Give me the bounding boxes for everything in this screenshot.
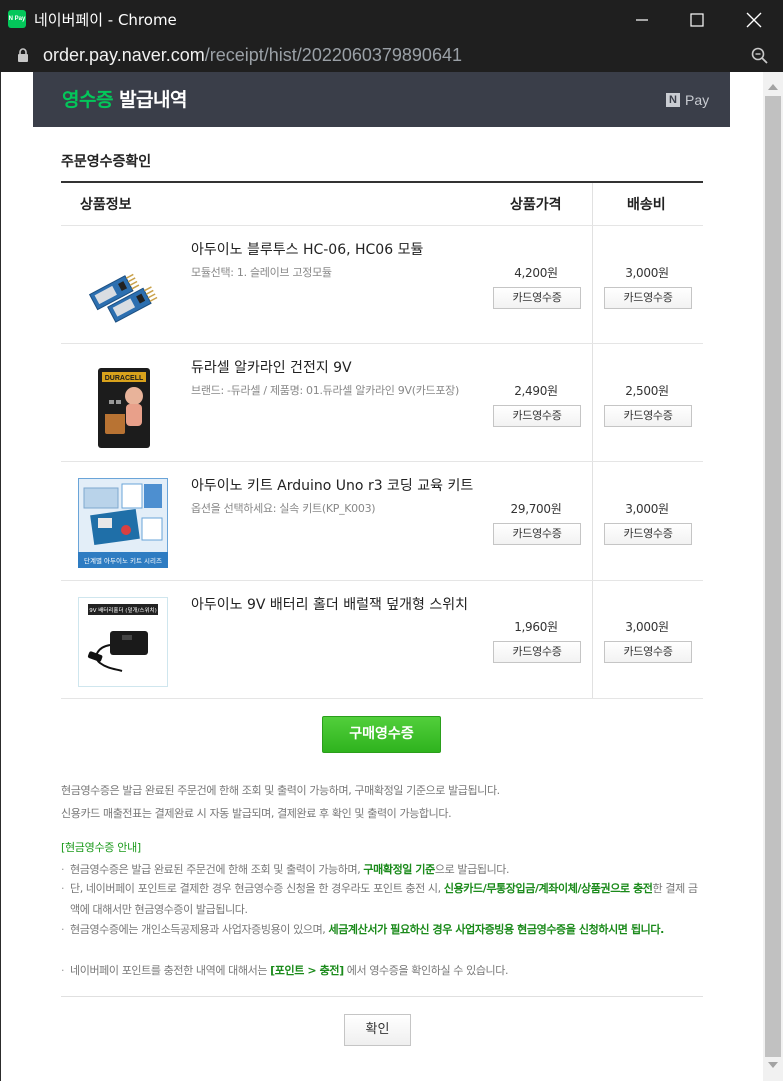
guide-bullet: 네이버페이 포인트를 충전한 내역에 대해서는 [포인트 > 충전] 에서 영수… (61, 960, 706, 981)
guide-highlight: 구매확정일 기준 (363, 863, 435, 876)
page-title-white: 발급내역 (112, 89, 187, 111)
vertical-scrollbar[interactable] (763, 72, 783, 1081)
guide-text: 에서 영수증을 확인하실 수 있습니다. (343, 964, 509, 977)
naver-n-icon: N (666, 93, 680, 107)
receipt-note: 현금영수증은 발급 완료된 주문건에 한해 조회 및 출력이 가능하며, 구매확… (61, 784, 500, 797)
page-edge (0, 72, 1, 1081)
guide-bullet: 단, 네이버페이 포인트로 결제한 경우 현금영수증 신청을 한 경우라도 포인… (61, 878, 706, 920)
shipping-card-receipt-button[interactable]: 카드영수증 (604, 523, 692, 545)
column-header-product: 상품정보 (80, 197, 132, 213)
url-text[interactable]: order.pay.naver.com/receipt/hist/2022060… (43, 44, 462, 66)
product-price: 2,490원 (514, 384, 558, 398)
guide-bullet: 현금영수증에는 개인소득공제용과 사업자증빙용이 있으며, 세금계산서가 필요하… (61, 919, 706, 940)
shipping-fee: 2,500원 (625, 384, 669, 398)
product-name[interactable]: 듀라셀 알카라인 건전지 9V (191, 359, 491, 378)
minimize-icon (636, 18, 648, 21)
guide-text: 현금영수증에는 개인소득공제용과 사업자증빙용이 있으며, (70, 923, 329, 936)
product-option: 옵션을 선택하세요: 실속 키트(KP_K003) (191, 502, 376, 515)
product-image-battery-holder[interactable]: 9V 배터리홀더 (덮개/스위치) (78, 597, 168, 687)
guide-bullet: 현금영수증은 발급 완료된 주문건에 한해 조회 및 출력이 가능하며, 구매확… (61, 859, 706, 880)
scroll-down-arrow-icon[interactable] (768, 1062, 778, 1068)
price-card-receipt-button[interactable]: 카드영수증 (493, 523, 581, 545)
table-bottom-border (61, 698, 703, 699)
product-name[interactable]: 아두이노 키트 Arduino Uno r3 코딩 교육 키트 (191, 477, 491, 496)
guide-text: 현금영수증은 발급 완료된 주문건에 한해 조회 및 출력이 가능하며, (70, 863, 364, 876)
product-price: 4,200원 (514, 266, 558, 280)
table-row: 아두이노 블루투스 HC-06, HC06 모듈 모듈선택: 1. 슬레이브 고… (61, 226, 703, 344)
window-title: 네이버페이 - Chrome (34, 11, 177, 29)
guide-highlight: [포인트 > 충전] (270, 964, 344, 977)
url-host: order.pay.naver.com (43, 45, 205, 65)
guide-highlight: 신용카드/무통장입금/계좌이체/상품권으로 충전 (443, 882, 653, 895)
price-card-receipt-button[interactable]: 카드영수증 (493, 641, 581, 663)
section-title: 주문영수증확인 (61, 154, 152, 170)
product-price: 1,960원 (514, 620, 558, 634)
product-price: 29,700원 (510, 502, 562, 516)
maximize-icon (690, 12, 704, 27)
column-header-price: 상품가격 (510, 197, 562, 213)
close-button[interactable] (726, 0, 782, 39)
product-image-duracell-battery[interactable]: DURACELL (78, 360, 168, 450)
shipping-card-receipt-button[interactable]: 카드영수증 (604, 405, 692, 427)
column-header-shipping: 배송비 (627, 197, 666, 213)
naver-pay-app-icon: N Pay (8, 10, 26, 28)
product-option: 브랜드: -듀라셀 / 제품명: 01.듀라셀 알카라인 9V(카드포장) (191, 384, 459, 397)
bottom-divider (61, 996, 703, 997)
page-title: 영수증 발급내역 (62, 88, 188, 112)
receipt-header-banner: 영수증 발급내역 N Pay (33, 72, 730, 127)
zoom-icon[interactable] (751, 47, 769, 65)
table-row: 단계별 아두이노 키트 시리즈 아두이노 키트 Arduino Uno r3 코… (61, 462, 703, 580)
scroll-thumb[interactable] (765, 96, 781, 1057)
address-bar[interactable]: order.pay.naver.com/receipt/hist/2022060… (0, 39, 783, 72)
battery-holder-label: 9V 배터리홀더 (덮개/스위치) (89, 606, 157, 614)
product-image-bluetooth-module[interactable] (78, 242, 168, 332)
guide-text: 네이버페이 포인트를 충전한 내역에 대해서는 (70, 964, 271, 977)
guide-text: 으로 발급됩니다. (434, 863, 510, 876)
shipping-fee: 3,000원 (625, 502, 669, 516)
table-row: 9V 배터리홀더 (덮개/스위치) 아두이노 9V 배터리 홀더 배럴잭 덮개형… (61, 581, 703, 699)
purchase-receipt-button[interactable]: 구매영수증 (322, 716, 441, 753)
receipt-note: 신용카드 매출전표는 결제완료 시 자동 발급되며, 결제완료 후 확인 및 출… (61, 807, 452, 820)
product-option: 모듈선택: 1. 슬레이브 고정모듈 (191, 266, 332, 279)
table-top-border (61, 181, 703, 183)
price-card-receipt-button[interactable]: 카드영수증 (493, 405, 581, 427)
product-name[interactable]: 아두이노 9V 배터리 홀더 배럴잭 덮개형 스위치 (191, 596, 491, 615)
window-titlebar: N Pay 네이버페이 - Chrome (0, 0, 783, 39)
table-row: DURACELL 듀라셀 알카라인 건전지 9V 브랜드: -듀라셀 / 제품명… (61, 344, 703, 462)
scroll-up-arrow-icon[interactable] (768, 84, 778, 90)
naver-pay-logo: N Pay (666, 92, 709, 108)
shipping-fee: 3,000원 (625, 620, 669, 634)
price-card-receipt-button[interactable]: 카드영수증 (493, 287, 581, 309)
close-icon (746, 12, 762, 27)
shipping-fee: 3,000원 (625, 266, 669, 280)
kit-series-label: 단계별 아두이노 키트 시리즈 (84, 556, 162, 565)
shipping-card-receipt-button[interactable]: 카드영수증 (604, 641, 692, 663)
url-path: /receipt/hist/2022060379890641 (204, 45, 462, 65)
product-name[interactable]: 아두이노 블루투스 HC-06, HC06 모듈 (191, 241, 491, 260)
guide-text: 단, 네이버페이 포인트로 결제한 경우 현금영수증 신청을 한 경우라도 포인… (70, 882, 444, 895)
maximize-button[interactable] (669, 0, 725, 39)
pay-logo-text: Pay (685, 92, 710, 108)
cash-receipt-guide-title: [현금영수증 안내] (61, 841, 141, 854)
guide-highlight: 세금계산서가 필요하신 경우 사업자증빙용 현금영수증을 신청하시면 됩니다. (328, 923, 664, 936)
lock-icon (18, 48, 28, 62)
product-image-arduino-kit[interactable]: 단계별 아두이노 키트 시리즈 (78, 478, 168, 568)
minimize-button[interactable] (614, 0, 670, 39)
confirm-button[interactable]: 확인 (344, 1014, 411, 1046)
shipping-card-receipt-button[interactable]: 카드영수증 (604, 287, 692, 309)
page-title-green: 영수증 (62, 89, 113, 111)
duracell-label: DURACELL (105, 375, 144, 382)
